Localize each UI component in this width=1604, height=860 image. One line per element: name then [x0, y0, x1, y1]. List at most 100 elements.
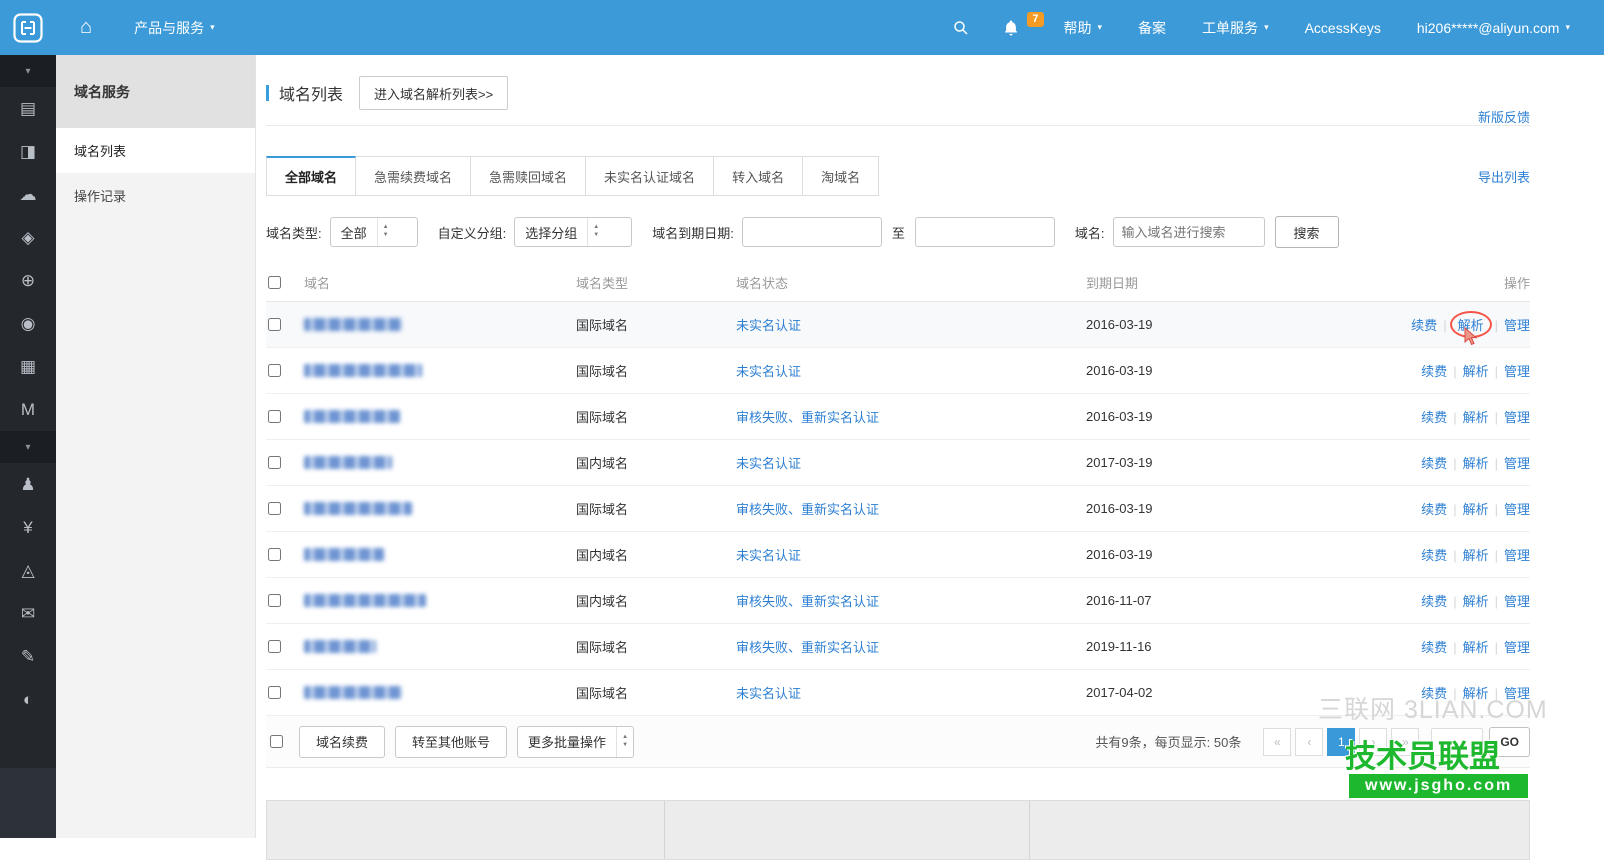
row-checkbox[interactable]	[268, 502, 281, 515]
nav-workorder[interactable]: 工单服务 ▾	[1184, 0, 1287, 55]
transfer-account-button[interactable]: 转至其他账号	[395, 726, 507, 758]
expiry-end-input[interactable]	[915, 217, 1055, 247]
server-stack-icon[interactable]: ▦	[0, 345, 56, 388]
footer-select-all-checkbox[interactable]	[270, 735, 283, 748]
action-renew-link[interactable]: 续费	[1421, 640, 1447, 655]
row-checkbox[interactable]	[268, 318, 281, 331]
redacted-domain-name[interactable]	[304, 456, 392, 469]
redacted-domain-name[interactable]	[304, 410, 400, 423]
action-manage-link[interactable]: 管理	[1504, 456, 1530, 471]
redacted-domain-name[interactable]	[304, 502, 412, 515]
billing-yen-icon[interactable]: ¥	[0, 506, 56, 549]
tab-1[interactable]: 急需续费域名	[356, 156, 471, 196]
nav-beian[interactable]: 备案	[1120, 0, 1184, 55]
tab-3[interactable]: 未实名认证域名	[586, 156, 714, 196]
section-chevron-icon[interactable]: ▾	[0, 431, 56, 463]
domain-search-input[interactable]	[1113, 217, 1265, 247]
domain-status-link[interactable]: 未实名认证	[736, 456, 801, 471]
nav-products[interactable]: 产品与服务 ▾	[116, 0, 233, 55]
page-button[interactable]: ‹	[1295, 728, 1323, 756]
domain-status-link[interactable]: 审核失败、重新实名认证	[736, 502, 879, 517]
page-button[interactable]: «	[1263, 728, 1291, 756]
action-resolve-link[interactable]: 解析	[1463, 594, 1489, 609]
action-renew-link[interactable]: 续费	[1421, 594, 1447, 609]
action-manage-link[interactable]: 管理	[1504, 594, 1530, 609]
action-renew-link[interactable]: 续费	[1411, 318, 1437, 333]
redacted-domain-name[interactable]	[304, 594, 426, 607]
redacted-domain-name[interactable]	[304, 364, 422, 377]
image-service-icon[interactable]: ◨	[0, 130, 56, 173]
search-button[interactable]: 搜索	[1275, 216, 1339, 248]
nav-help[interactable]: 帮助 ▾	[1046, 0, 1121, 55]
sidebar-item-operation-log[interactable]: 操作记录	[56, 173, 255, 218]
lab-flask-icon[interactable]: ◬	[0, 549, 56, 592]
action-manage-link[interactable]: 管理	[1504, 364, 1530, 379]
action-resolve-link[interactable]: 解析	[1463, 502, 1489, 517]
action-renew-link[interactable]: 续费	[1421, 502, 1447, 517]
row-checkbox[interactable]	[268, 640, 281, 653]
domain-status-link[interactable]: 审核失败、重新实名认证	[736, 594, 879, 609]
action-renew-link[interactable]: 续费	[1421, 410, 1447, 425]
redacted-domain-name[interactable]	[304, 640, 376, 653]
tab-2[interactable]: 急需赎回域名	[471, 156, 586, 196]
domain-status-link[interactable]: 未实名认证	[736, 686, 801, 701]
action-manage-link[interactable]: 管理	[1504, 640, 1530, 655]
row-checkbox[interactable]	[268, 364, 281, 377]
enter-dns-list-button[interactable]: 进入域名解析列表>>	[359, 76, 508, 110]
search-icon[interactable]	[936, 0, 986, 55]
row-checkbox[interactable]	[268, 686, 281, 699]
action-renew-link[interactable]: 续费	[1421, 548, 1447, 563]
action-manage-link[interactable]: 管理	[1504, 502, 1530, 517]
cloud-upload-icon[interactable]: ☁	[0, 173, 56, 216]
action-manage-link[interactable]: 管理	[1504, 318, 1530, 333]
domain-status-link[interactable]: 未实名认证	[736, 364, 801, 379]
renew-domains-button[interactable]: 域名续费	[299, 726, 385, 758]
action-resolve-link[interactable]: 解析	[1463, 548, 1489, 563]
new-version-feedback-link[interactable]: 新版反馈	[1478, 107, 1530, 126]
more-batch-actions-select[interactable]: 更多批量操作 ▲▼	[517, 726, 634, 758]
cdn-globe-icon[interactable]: ⊕	[0, 259, 56, 302]
domain-status-link[interactable]: 审核失败、重新实名认证	[736, 640, 879, 655]
action-resolve-link[interactable]: 解析	[1463, 640, 1489, 655]
edit-pencil-icon[interactable]: ✎	[0, 635, 56, 678]
action-manage-link[interactable]: 管理	[1504, 548, 1530, 563]
action-resolve-link[interactable]: 解析	[1463, 456, 1489, 471]
select-all-checkbox[interactable]	[268, 276, 281, 289]
custom-group-select[interactable]: 选择分组 ▲▼	[514, 217, 632, 247]
support-badge-icon[interactable]: ◐	[0, 678, 56, 721]
row-checkbox[interactable]	[268, 410, 281, 423]
m-service-icon[interactable]: M	[0, 388, 56, 431]
domain-status-link[interactable]: 未实名认证	[736, 318, 801, 333]
domain-status-link[interactable]: 未实名认证	[736, 548, 801, 563]
home-icon[interactable]: ⌂	[56, 0, 116, 55]
collapse-chevron-icon[interactable]: ▾	[0, 55, 56, 87]
row-checkbox[interactable]	[268, 456, 281, 469]
notification-bell-icon[interactable]: 7	[986, 0, 1046, 55]
mail-envelope-icon[interactable]: ✉	[0, 592, 56, 635]
sidebar-item-domain-list[interactable]: 域名列表	[56, 128, 255, 173]
domain-type-select[interactable]: 全部 ▲▼	[330, 217, 418, 247]
tab-4[interactable]: 转入域名	[714, 156, 803, 196]
dns-globe-icon[interactable]: ◉	[0, 302, 56, 345]
nav-accesskeys[interactable]: AccessKeys	[1287, 0, 1399, 55]
console-list-icon[interactable]: ▤	[0, 87, 56, 130]
redacted-domain-name[interactable]	[304, 686, 402, 699]
domain-status-link[interactable]: 审核失败、重新实名认证	[736, 410, 879, 425]
redacted-domain-name[interactable]	[304, 548, 384, 561]
action-manage-link[interactable]: 管理	[1504, 410, 1530, 425]
user-icon[interactable]: ♟	[0, 463, 56, 506]
tab-0[interactable]: 全部域名	[266, 156, 356, 196]
action-renew-link[interactable]: 续费	[1421, 456, 1447, 471]
expiry-start-input[interactable]	[742, 217, 882, 247]
security-shield-icon[interactable]: ◈	[0, 216, 56, 259]
action-resolve-link[interactable]: 解析	[1463, 364, 1489, 379]
action-renew-link[interactable]: 续费	[1421, 364, 1447, 379]
tab-5[interactable]: 淘域名	[803, 156, 879, 196]
action-resolve-link[interactable]: 解析	[1463, 410, 1489, 425]
aliyun-logo[interactable]	[0, 0, 56, 55]
row-checkbox[interactable]	[268, 548, 281, 561]
account-menu[interactable]: hi206*****@aliyun.com ▾	[1399, 0, 1588, 55]
redacted-domain-name[interactable]	[304, 318, 402, 331]
row-checkbox[interactable]	[268, 594, 281, 607]
export-list-link[interactable]: 导出列表	[1478, 167, 1530, 186]
